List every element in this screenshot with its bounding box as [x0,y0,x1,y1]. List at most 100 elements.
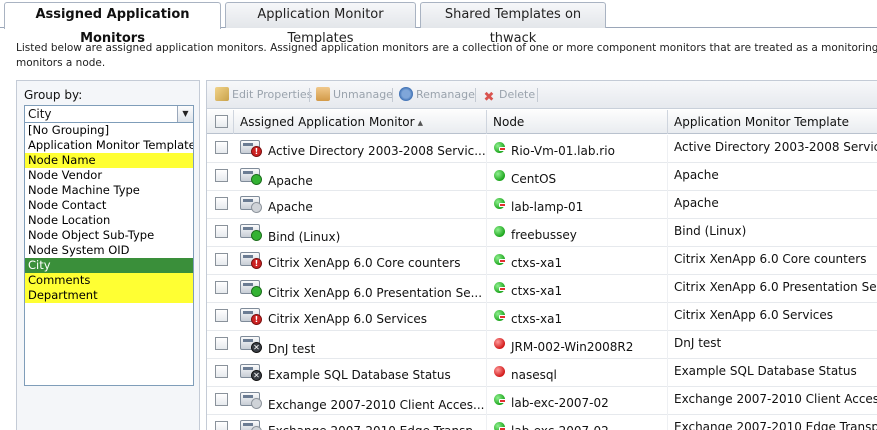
monitor-cell[interactable]: ! Citrix XenApp 6.0 Core counters [234,247,487,275]
node-cell[interactable]: ctxs-xa1 [487,275,668,303]
tab-assigned-application-monitors[interactable]: Assigned Application Monitors [4,2,221,46]
node-cell[interactable]: Rio-Vm-01.lab.rio [487,135,668,163]
row-checkbox[interactable] [215,309,228,322]
unmanage-button[interactable]: Unmanage [316,87,393,103]
node-name[interactable]: Rio-Vm-01.lab.rio [511,144,615,158]
column-header-monitor[interactable]: Assigned Application Monitor ▲ [234,110,487,134]
node-cell[interactable]: ctxs-xa1 [487,303,668,331]
monitor-name[interactable]: Active Directory 2003-2008 Servic... [268,144,486,158]
row-checkbox[interactable] [215,365,228,378]
monitor-name[interactable]: Citrix XenApp 6.0 Services [268,312,427,326]
table-row[interactable]: ! Active Directory 2003-2008 Servic... Rio… [207,135,877,163]
monitor-name[interactable]: Exchange 2007-2010 Client Acces... [268,398,485,412]
monitor-name[interactable]: Citrix XenApp 6.0 Presentation Se... [268,286,482,300]
group-by-option[interactable]: Node Name [25,153,193,168]
chevron-down-icon[interactable]: ▼ [177,106,193,122]
node-name[interactable]: ctxs-xa1 [511,256,562,270]
row-checkbox[interactable] [215,197,228,210]
row-checkbox[interactable] [215,169,228,182]
node-cell[interactable]: nasesql [487,359,668,387]
group-by-select[interactable]: City ▼ [24,105,194,123]
node-name[interactable]: ctxs-xa1 [511,284,562,298]
node-name[interactable]: ctxs-xa1 [511,312,562,326]
monitor-cell[interactable]: Apache [234,191,487,219]
template-name[interactable]: Apache [674,168,719,182]
row-checkbox[interactable] [215,421,228,430]
table-row[interactable]: ! Citrix XenApp 6.0 Services ctxs-xa1 Citri… [207,303,877,331]
table-row[interactable]: Exchange 2007-2010 Client Acces... lab-ex… [207,387,877,415]
row-checkbox[interactable] [215,393,228,406]
group-by-option[interactable]: Comments [25,273,193,288]
monitor-cell[interactable]: ! Active Directory 2003-2008 Servic... [234,135,487,163]
group-by-option[interactable]: Node Location [25,213,193,228]
node-name[interactable]: JRM-002-Win2008R2 [511,340,633,354]
monitor-cell[interactable]: Apache [234,163,487,191]
template-name[interactable]: Citrix XenApp 6.0 Core counters [674,252,866,266]
node-name[interactable]: lab-lamp-01 [511,200,583,214]
monitor-name[interactable]: Apache [268,200,313,214]
row-checkbox[interactable] [215,337,228,350]
row-checkbox[interactable] [215,225,228,238]
column-header-node[interactable]: Node [487,110,668,134]
group-by-option[interactable]: Application Monitor Template [25,138,193,153]
monitor-cell[interactable]: Exchange 2007-2010 Client Acces... [234,387,487,415]
template-name[interactable]: Exchange 2007-2010 Edge Transpo [674,420,877,430]
group-by-option[interactable]: Node Vendor [25,168,193,183]
node-name[interactable]: nasesql [511,368,557,382]
group-by-option[interactable]: Node System OID [25,243,193,258]
group-by-option[interactable]: City [25,258,193,273]
node-cell[interactable]: freebussey [487,219,668,247]
node-name[interactable]: lab-exc-2007-02 [511,424,609,430]
node-name[interactable]: lab-exc-2007-02 [511,396,609,410]
group-by-option[interactable]: Department [25,288,193,303]
table-row[interactable]: Bind (Linux) freebussey Bind (Linux) [207,219,877,247]
node-cell[interactable]: lab-exc-2007-02 [487,415,668,430]
tab-shared-templates-on-thwack[interactable]: Shared Templates on thwack [420,2,606,46]
template-name[interactable]: Citrix XenApp 6.0 Services [674,308,833,322]
select-all-checkbox[interactable] [215,115,228,128]
edit-properties-button[interactable]: Edit Properties [215,87,312,103]
group-by-option[interactable]: [No Grouping] [25,123,193,138]
monitor-cell[interactable]: ! Citrix XenApp 6.0 Services [234,303,487,331]
node-name[interactable]: CentOS [511,172,556,186]
delete-button[interactable]: ✖ Delete [482,87,536,105]
monitor-cell[interactable]: Bind (Linux) [234,219,487,247]
row-checkbox[interactable] [215,141,228,154]
template-name[interactable]: DnJ test [674,336,721,350]
node-cell[interactable]: ctxs-xa1 [487,247,668,275]
table-row[interactable]: ✕ DnJ test JRM-002-Win2008R2 DnJ test [207,331,877,359]
table-row[interactable]: Citrix XenApp 6.0 Presentation Se... ctxs… [207,275,877,303]
column-header-template[interactable]: Application Monitor Template [668,110,877,134]
monitor-name[interactable]: Example SQL Database Status [268,368,451,382]
monitor-name[interactable]: DnJ test [268,342,315,356]
table-row[interactable]: Apache CentOS Apache [207,163,877,191]
node-cell[interactable]: lab-lamp-01 [487,191,668,219]
row-checkbox[interactable] [215,253,228,266]
group-by-option[interactable]: Node Object Sub-Type [25,228,193,243]
template-name[interactable]: Citrix XenApp 6.0 Presentation Serv [674,280,877,294]
table-row[interactable]: Exchange 2007-2010 Edge Transp... lab-exc… [207,415,877,430]
row-checkbox[interactable] [215,281,228,294]
remanage-button[interactable]: Remanage [399,87,475,103]
monitor-cell[interactable]: Exchange 2007-2010 Edge Transp... [234,415,487,430]
node-cell[interactable]: CentOS [487,163,668,191]
table-row[interactable]: ! Citrix XenApp 6.0 Core counters ctxs-xa1… [207,247,877,275]
group-by-option[interactable]: Node Machine Type [25,183,193,198]
monitor-cell[interactable]: ✕ DnJ test [234,331,487,359]
table-row[interactable]: ✕ Example SQL Database Status nasesql Examp… [207,359,877,387]
tab-application-monitor-templates[interactable]: Application Monitor Templates [225,2,416,46]
monitor-cell[interactable]: ✕ Example SQL Database Status [234,359,487,387]
template-name[interactable]: Apache [674,196,719,210]
table-row[interactable]: Apache lab-lamp-01 Apache [207,191,877,219]
template-name[interactable]: Active Directory 2003-2008 Services [674,140,877,154]
template-name[interactable]: Exchange 2007-2010 Client Access [674,392,877,406]
monitor-cell[interactable]: Citrix XenApp 6.0 Presentation Se... [234,275,487,303]
monitor-name[interactable]: Bind (Linux) [268,230,340,244]
node-cell[interactable]: lab-exc-2007-02 [487,387,668,415]
template-name[interactable]: Bind (Linux) [674,224,746,238]
monitor-name[interactable]: Apache [268,174,313,188]
node-name[interactable]: freebussey [511,228,577,242]
monitor-name[interactable]: Citrix XenApp 6.0 Core counters [268,256,460,270]
node-cell[interactable]: JRM-002-Win2008R2 [487,331,668,359]
group-by-option[interactable]: Node Contact [25,198,193,213]
